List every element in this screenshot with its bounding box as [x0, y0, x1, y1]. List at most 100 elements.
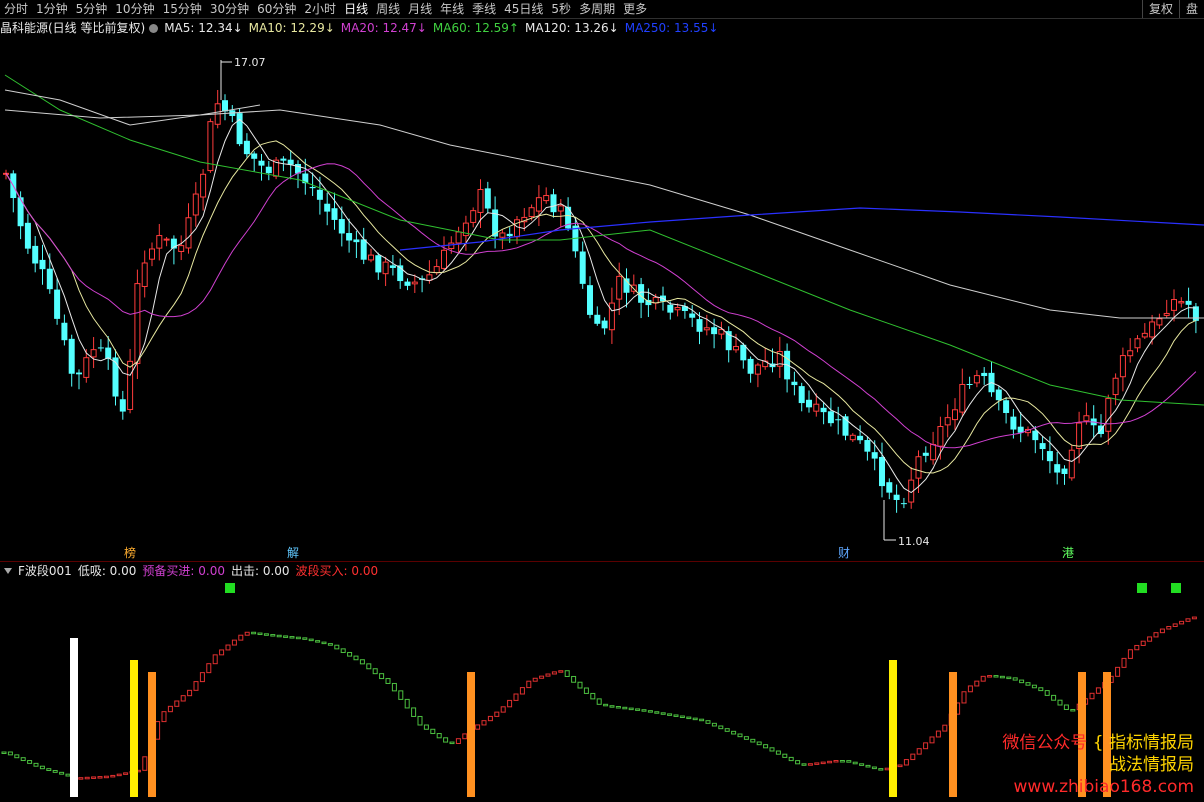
wave-box-24 — [155, 721, 161, 740]
wave-box-129 — [827, 760, 833, 764]
wave-box-176 — [1127, 649, 1133, 659]
candle-body-38 — [280, 158, 287, 161]
candle-body-111 — [813, 403, 820, 412]
candle-body-145 — [1061, 468, 1068, 474]
wave-box-25 — [161, 711, 167, 723]
candle-body-13 — [97, 347, 104, 349]
ma120-line — [4, 109, 1204, 319]
wave-box-159 — [1019, 679, 1025, 684]
candle-body-49 — [360, 239, 367, 260]
candle-body-50 — [368, 254, 374, 261]
candle-body-66 — [484, 188, 491, 209]
period-tab-2[interactable]: 5分钟 — [72, 0, 112, 18]
wave-box-122 — [782, 753, 788, 758]
board-button[interactable]: 盘 — [1178, 0, 1204, 18]
period-tab-3[interactable]: 10分钟 — [111, 0, 158, 18]
indicator-name[interactable]: F波段001 — [18, 564, 72, 578]
indicator-item-3: 波段买入: 0.00 — [295, 564, 379, 578]
candle-body-8 — [61, 322, 68, 341]
period-tab-0[interactable]: 分时 — [0, 0, 32, 18]
wave-box-33 — [212, 654, 218, 665]
signal-square-0 — [225, 583, 235, 593]
wave-box-43 — [276, 634, 282, 638]
period-tab-4[interactable]: 15分钟 — [159, 0, 206, 18]
adjust-button[interactable]: 复权 — [1141, 0, 1179, 18]
candle-body-17 — [127, 360, 134, 410]
wave-box-87 — [558, 670, 564, 673]
wave-box-32 — [206, 663, 212, 674]
wave-box-70 — [449, 741, 455, 745]
indicator-values: 低吸: 0.00 预备买进: 0.00 出击: 0.00 波段买入: 0.00 — [78, 564, 384, 578]
wave-box-132 — [846, 760, 852, 763]
period-tab-9[interactable]: 周线 — [372, 0, 404, 18]
candle-body-152 — [1112, 377, 1119, 396]
period-tab-11[interactable]: 年线 — [436, 0, 468, 18]
event-tag-1[interactable]: 解 — [286, 546, 300, 560]
period-tab-10[interactable]: 月线 — [404, 0, 436, 18]
watermark-name-2: 战法情报局 — [1109, 755, 1194, 775]
event-tag-3[interactable]: 港 — [1061, 546, 1075, 560]
candle-body-5 — [39, 259, 46, 270]
candle-body-79 — [579, 251, 586, 284]
wave-box-64 — [411, 707, 417, 717]
candle-body-6 — [46, 268, 53, 290]
wave-box-127 — [814, 762, 820, 765]
main-chart-info-bar: 晶科能源(日线 等比前复权) MA5: 12.34↓ MA10: 12.29↓ MA2… — [0, 19, 1204, 37]
candle-body-64 — [470, 210, 477, 223]
signal-bar-5 — [949, 672, 957, 797]
stock-title[interactable]: 晶科能源(日线 等比前复权) — [0, 21, 145, 35]
period-tab-16[interactable]: 更多 — [619, 0, 651, 18]
wave-box-85 — [545, 673, 551, 677]
period-tab-7[interactable]: 2小时 — [300, 0, 340, 18]
period-tab-13[interactable]: 45日线 — [500, 0, 547, 18]
wave-box-15 — [97, 776, 103, 779]
candle-body-99 — [725, 331, 732, 351]
candle-body-119 — [871, 452, 878, 459]
signal-square-2 — [1171, 583, 1181, 593]
candle-body-161 — [1178, 301, 1185, 304]
wave-box-180 — [1153, 632, 1159, 638]
candle-body-72 — [528, 207, 535, 218]
wave-box-58 — [372, 668, 378, 675]
candlestick-chart[interactable]: 17.07 11.04 — [0, 38, 1204, 561]
candle-body-65 — [477, 189, 484, 213]
candle-body-7 — [54, 289, 61, 319]
wave-box-108 — [692, 717, 698, 721]
candle-body-42 — [309, 186, 316, 189]
wave-box-68 — [436, 733, 442, 739]
candle-body-68 — [499, 232, 506, 238]
candle-body-3 — [24, 222, 31, 249]
wave-box-145 — [929, 736, 935, 744]
wave-box-82 — [526, 680, 532, 689]
signal-bar-1 — [130, 660, 138, 797]
period-tab-6[interactable]: 60分钟 — [253, 0, 300, 18]
period-tab-12[interactable]: 季线 — [468, 0, 500, 18]
wave-box-110 — [705, 720, 711, 724]
candle-body-132 — [966, 384, 973, 386]
period-tab-14[interactable]: 5秒 — [547, 0, 575, 18]
wave-box-124 — [795, 760, 801, 765]
wave-box-177 — [1134, 644, 1140, 651]
candle-body-35 — [258, 160, 265, 166]
period-tab-8[interactable]: 日线 — [340, 0, 372, 18]
wave-box-141 — [903, 759, 909, 766]
period-tab-5[interactable]: 30分钟 — [206, 0, 253, 18]
collapse-triangle-icon[interactable] — [4, 568, 12, 574]
signal-bar-3 — [467, 672, 475, 797]
candle-body-9 — [68, 338, 75, 374]
candle-body-153 — [1119, 355, 1126, 378]
signal-bar-2 — [148, 672, 156, 797]
wave-box-81 — [519, 687, 525, 695]
wave-box-137 — [878, 768, 884, 771]
settings-circle-icon[interactable] — [149, 24, 159, 33]
candle-body-110 — [806, 399, 812, 408]
wave-box-49 — [315, 640, 321, 643]
candle-body-14 — [105, 347, 112, 359]
event-tag-0[interactable]: 榜 — [123, 546, 137, 560]
period-tab-15[interactable]: 多周期 — [575, 0, 619, 18]
event-tag-2[interactable]: 财 — [837, 546, 851, 560]
wave-box-150 — [961, 691, 967, 704]
candle-body-56 — [411, 281, 418, 285]
period-tab-1[interactable]: 1分钟 — [32, 0, 72, 18]
wave-box-109 — [699, 718, 705, 722]
